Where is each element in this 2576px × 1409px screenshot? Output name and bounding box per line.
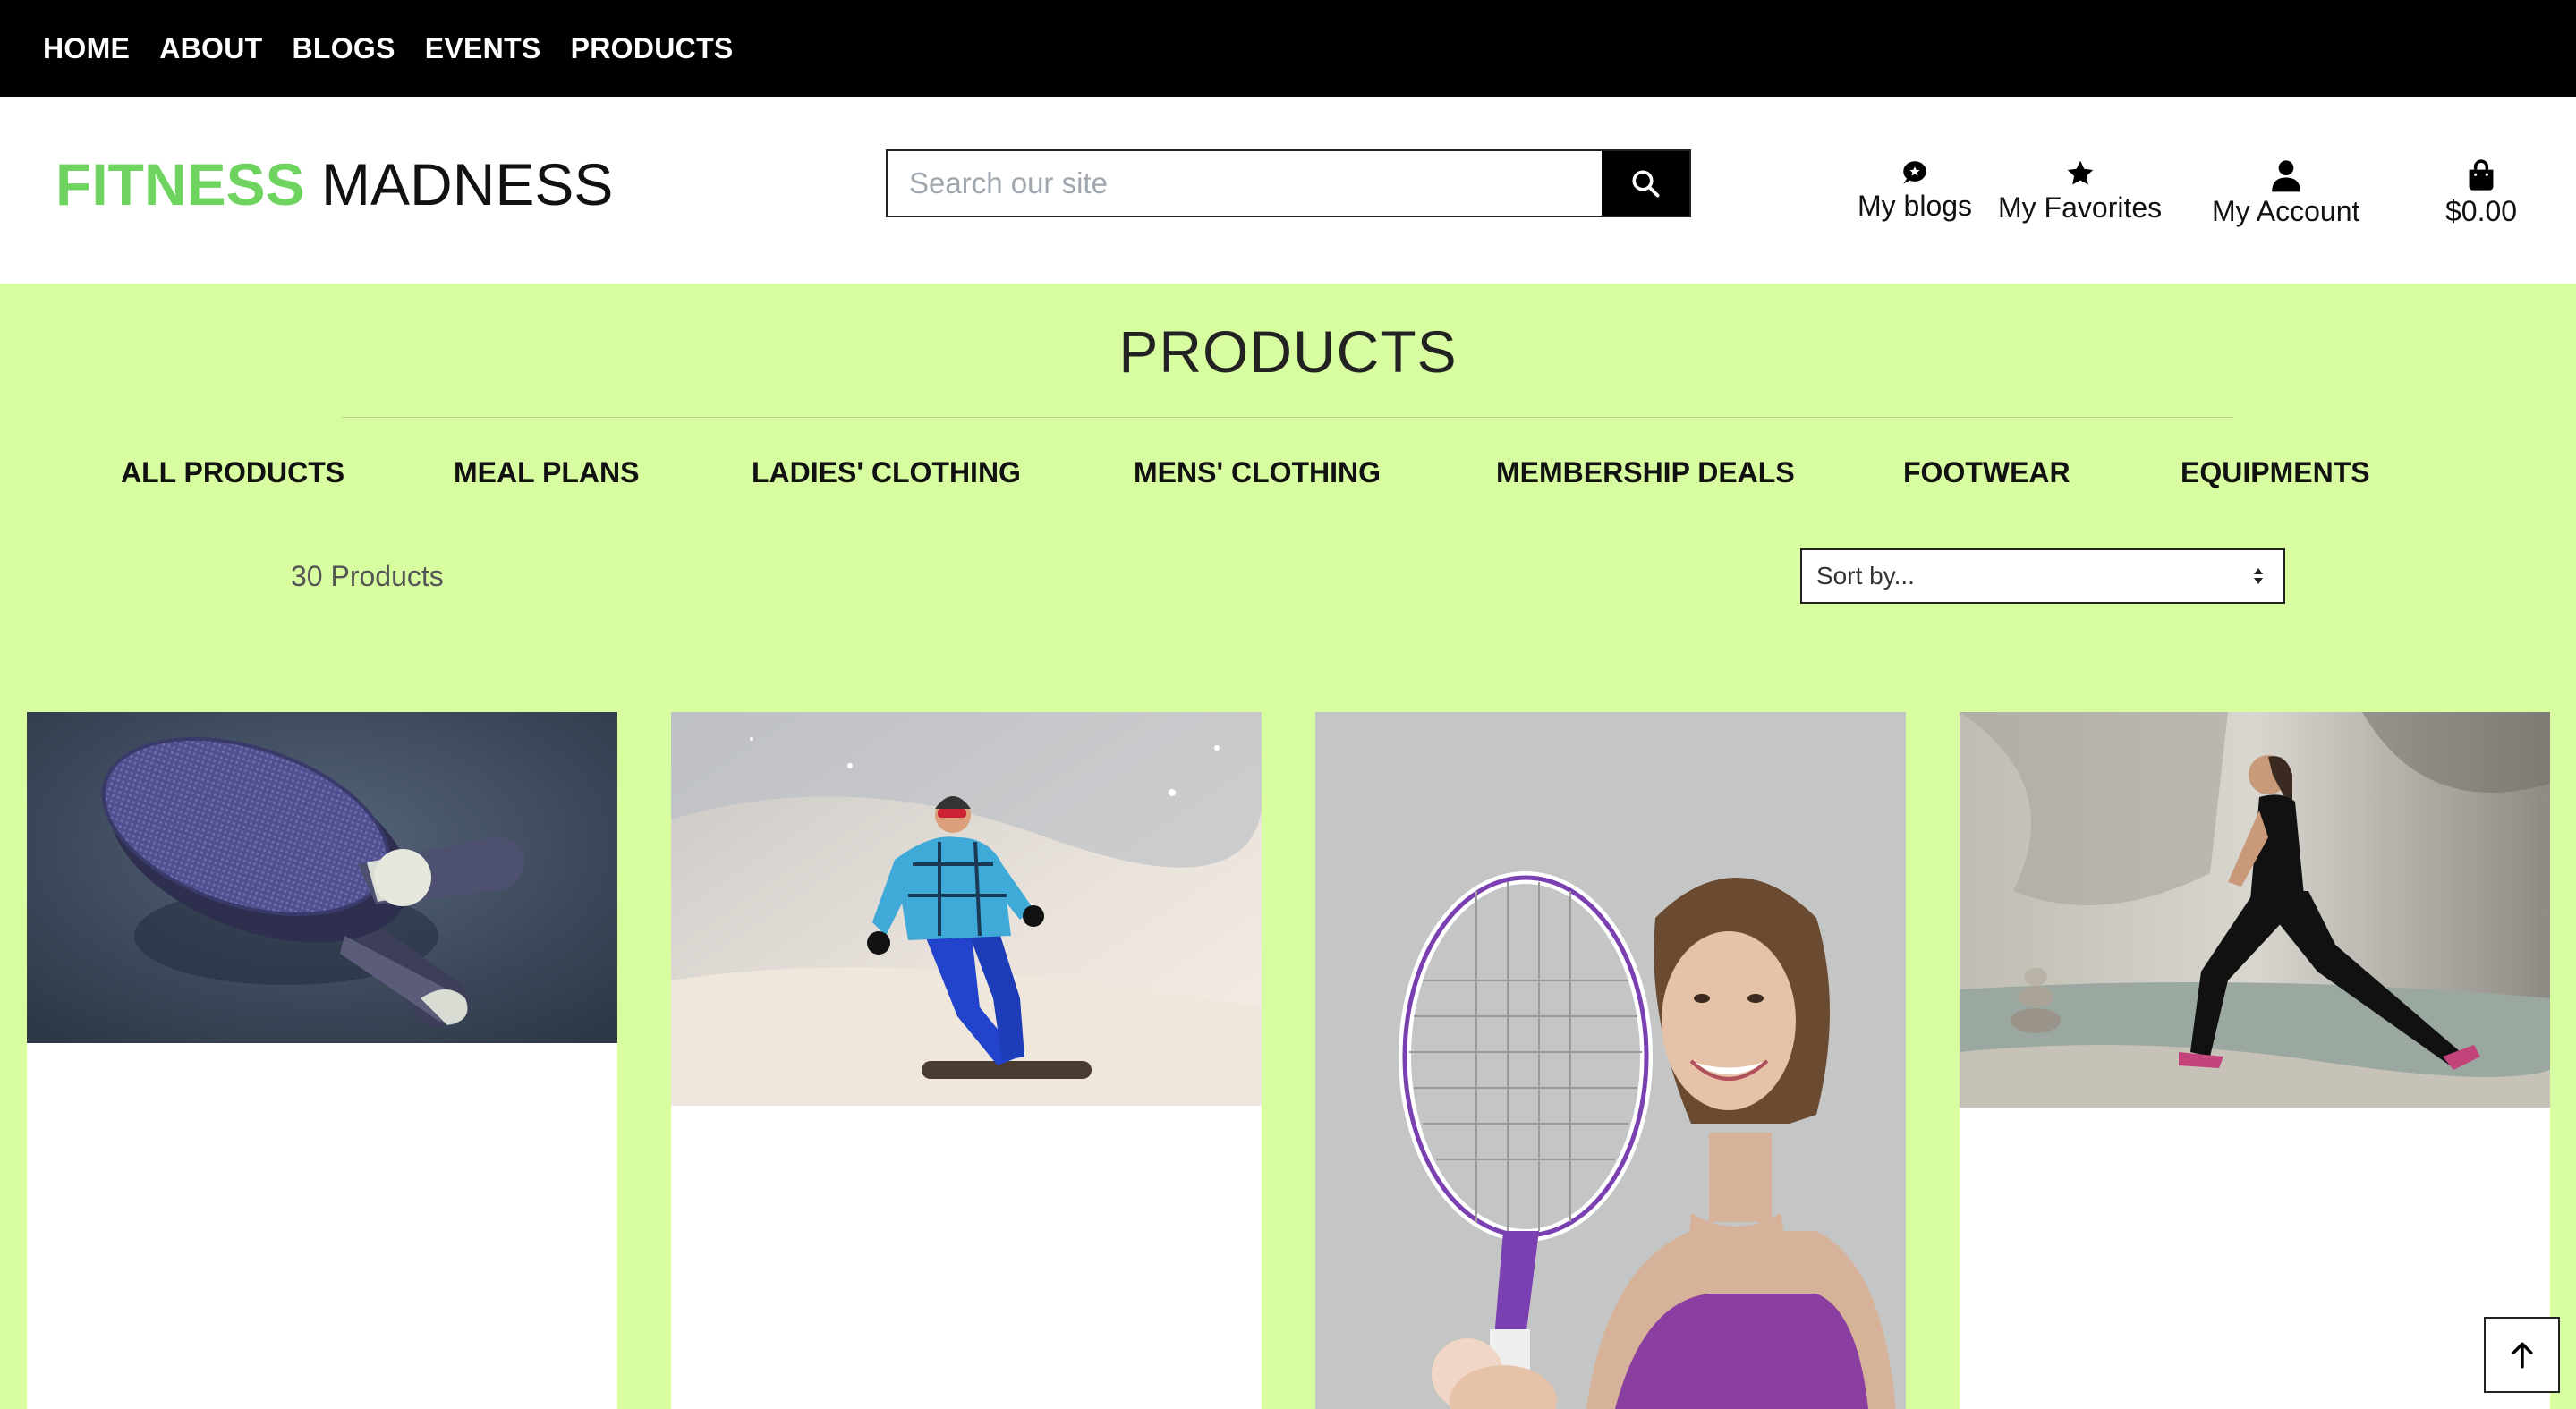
product-image-ping-pong[interactable]	[27, 712, 617, 1043]
cart-total: $0.00	[2445, 195, 2518, 227]
product-count: 30 Products	[291, 560, 444, 592]
search-icon	[1632, 170, 1660, 198]
nav-about[interactable]: ABOUT	[159, 32, 262, 65]
cart-link[interactable]: $0.00	[2445, 157, 2517, 228]
back-to-top-button[interactable]	[2484, 1317, 2560, 1393]
product-card[interactable]	[1960, 712, 2550, 1409]
sort-select[interactable]: Sort by...	[1800, 548, 2285, 604]
nav-blogs[interactable]: BLOGS	[292, 32, 395, 65]
nav-home[interactable]: HOME	[43, 32, 130, 65]
category-all-products[interactable]: ALL PRODUCTS	[121, 456, 344, 489]
my-favorites-label: My Favorites	[1998, 191, 2163, 224]
product-card[interactable]	[27, 712, 617, 1409]
site-header: FITNESS MADNESS My blogs My Favorites	[0, 97, 2576, 284]
site-logo[interactable]: FITNESS MADNESS	[55, 150, 613, 218]
top-nav: HOME ABOUT BLOGS EVENTS PRODUCTS	[0, 0, 2576, 97]
woman-stretching-image	[1960, 712, 2550, 1108]
sort-selected-value: Sort by...	[1816, 562, 1915, 590]
product-card[interactable]	[1315, 712, 1906, 1409]
page-title: PRODUCTS	[1118, 318, 1458, 385]
my-account-label: My Account	[2212, 195, 2360, 227]
category-nav: ALL PRODUCTS MEAL PLANS LADIES' CLOTHING…	[0, 456, 2576, 501]
snowboarder-image	[671, 712, 1262, 1106]
my-favorites-link[interactable]: My Favorites	[1998, 157, 2162, 225]
category-meal-plans[interactable]: MEAL PLANS	[454, 456, 639, 489]
product-card[interactable]	[671, 712, 1262, 1409]
search-button[interactable]	[1602, 151, 1689, 216]
product-image-tennis[interactable]	[1315, 712, 1906, 1409]
nav-products[interactable]: PRODUCTS	[571, 32, 734, 65]
category-equipments[interactable]: EQUIPMENTS	[2181, 456, 2370, 489]
shopping-bag-icon	[2469, 159, 2494, 191]
product-image-snowboarder[interactable]	[671, 712, 1262, 1106]
nav-events[interactable]: EVENTS	[425, 32, 541, 65]
search-input[interactable]	[888, 151, 1602, 216]
product-image-stretching[interactable]	[1960, 712, 2550, 1108]
my-account-link[interactable]: My Account	[2212, 157, 2359, 228]
ping-pong-paddles-image	[27, 712, 617, 1043]
select-arrows-icon	[2254, 568, 2263, 584]
star-icon	[2067, 160, 2093, 185]
logo-fitness: FITNESS	[55, 151, 305, 217]
woman-tennis-racket-image	[1315, 712, 1906, 1409]
category-footwear[interactable]: FOOTWEAR	[1903, 456, 2070, 489]
title-divider	[342, 417, 2233, 418]
user-icon	[2271, 160, 2300, 192]
my-blogs-link[interactable]: My blogs	[1858, 157, 1972, 223]
logo-madness: MADNESS	[321, 151, 614, 217]
blog-chat-icon	[1903, 161, 1926, 184]
category-ladies-clothing[interactable]: LADIES' CLOTHING	[752, 456, 1021, 489]
my-blogs-label: My blogs	[1858, 190, 1973, 222]
search-bar	[886, 149, 1691, 217]
category-membership-deals[interactable]: MEMBERSHIP DEALS	[1496, 456, 1795, 489]
arrow-up-icon	[2511, 1342, 2533, 1368]
category-mens-clothing[interactable]: MENS' CLOTHING	[1134, 456, 1381, 489]
